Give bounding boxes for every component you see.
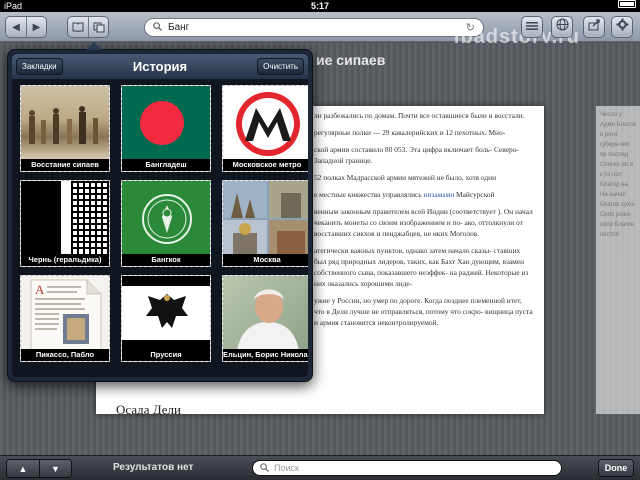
result-navigation: ▲ ▼ [6, 459, 72, 478]
share-button[interactable] [583, 16, 605, 38]
history-item-caption: Пруссия [122, 349, 210, 361]
metro-logo [223, 86, 308, 159]
share-icon [588, 18, 601, 36]
list-button[interactable] [521, 16, 543, 38]
history-item-sepoy-rebellion[interactable]: Восстание сипаев [20, 85, 110, 172]
back-forward-segment: ◀ ▶ [5, 16, 47, 38]
history-item-yeltsin[interactable]: Ельцин, Борис Николае... [222, 275, 308, 362]
globe-button[interactable] [551, 16, 573, 38]
painting-thumbnail [21, 86, 109, 159]
status-time: 5:17 [310, 1, 329, 11]
bookmarks-icon[interactable] [68, 17, 88, 37]
find-input[interactable]: Поиск [252, 460, 562, 476]
results-count: Результатов нет [113, 462, 194, 473]
article-subheading: Осада Дели [116, 402, 181, 417]
popover-header: Закладки История Очистить [12, 54, 308, 79]
history-item-bangladesh[interactable]: Бангладеш [121, 85, 211, 172]
find-placeholder: Поиск [274, 463, 299, 473]
search-input[interactable]: Банг ↻ [144, 18, 484, 37]
history-item-caption: Московское метро [223, 159, 308, 171]
article-heading: ие сипаев [316, 52, 386, 68]
article-paragraph: 52 полках Мадрасской армии мятежей не бы… [314, 173, 497, 182]
popover-arrow [86, 42, 102, 50]
article-paragraph: атегически важных пунктов, однако затем … [314, 246, 529, 288]
history-item-moscow[interactable]: Москва [222, 180, 308, 267]
settings-button[interactable] [611, 16, 633, 38]
done-button[interactable]: Done [598, 459, 634, 477]
history-item-caption: Ельцин, Борис Николае... [223, 349, 308, 361]
next-result-button[interactable]: ▼ [39, 460, 71, 477]
globe-icon [556, 18, 569, 36]
article-paragraph: ской армии составило 80 053. Эта цифра в… [314, 145, 519, 165]
next-page-preview: Число у Адми Благов в реги губерн ких пр… [596, 106, 640, 414]
sable-heraldry-image [21, 181, 109, 256]
settings-icon [616, 18, 629, 36]
find-bar: ▲ ▼ Результатов нет Поиск Done [0, 455, 640, 480]
search-query: Банг [168, 22, 190, 33]
article-link[interactable]: низамами [424, 190, 455, 199]
document-thumbnail: A [21, 276, 109, 352]
prussia-flag [122, 276, 210, 351]
book-segment [67, 16, 109, 38]
history-popover: Закладки История Очистить Восстание сипа… [7, 49, 313, 382]
toolbar: ◀ ▶ Банг ↻ ipadstory.ru [0, 12, 640, 48]
article-paragraph: ужие у России, но умер по дороге. Когда … [314, 296, 533, 327]
list-icon [526, 18, 538, 36]
history-item-prussia[interactable]: Пруссия [121, 275, 211, 362]
history-item-caption: Пикассо, Пабло [21, 349, 109, 361]
article-text: Майсурской [454, 190, 495, 199]
article-text: е местные княжества управлялись [314, 190, 422, 199]
history-item-caption: Чернь (геральдика) [21, 254, 109, 266]
status-bar: iPad 5:17 [0, 0, 640, 12]
search-icon [153, 21, 162, 34]
history-grid-container: Восстание сипаев Бангладеш Московское ме… [12, 79, 308, 377]
portrait-thumbnail [223, 276, 308, 351]
history-item-bangkok[interactable]: Бангкок [121, 180, 211, 267]
history-item-caption: Москва [223, 254, 308, 266]
article-paragraph: венным законным правителем всей Индии (с… [314, 207, 533, 238]
pages-icon[interactable] [88, 17, 108, 37]
history-item-caption: Восстание сипаев [21, 159, 109, 171]
history-item-moscow-metro[interactable]: Московское метро [222, 85, 308, 172]
article-paragraph: ли разбежались по домам. Почти все остав… [314, 111, 525, 120]
status-right [618, 0, 636, 8]
svg-text:A: A [35, 282, 45, 297]
forward-icon[interactable]: ▶ [26, 17, 46, 37]
search-icon [260, 462, 269, 474]
article-paragraph: е местные княжества управлялись низамами… [314, 189, 534, 200]
history-item-sable-heraldry[interactable]: Чернь (геральдика) [20, 180, 110, 267]
article-paragraph: регулярные полки — 29 кавалерийских и 12… [314, 128, 506, 137]
bangkok-seal [122, 181, 210, 254]
history-item-caption: Бангладеш [122, 159, 210, 171]
history-grid: Восстание сипаев Бангладеш Московское ме… [20, 85, 308, 362]
battery-icon [618, 0, 636, 8]
moscow-collage [223, 181, 308, 256]
bangladesh-flag [122, 86, 210, 159]
back-icon[interactable]: ◀ [6, 17, 26, 37]
history-item-caption: Бангкок [122, 254, 210, 266]
history-item-picasso[interactable]: A Пикассо, Пабло [20, 275, 110, 362]
previous-result-button[interactable]: ▲ [7, 460, 39, 477]
clear-history-button[interactable]: Очистить [257, 58, 304, 75]
